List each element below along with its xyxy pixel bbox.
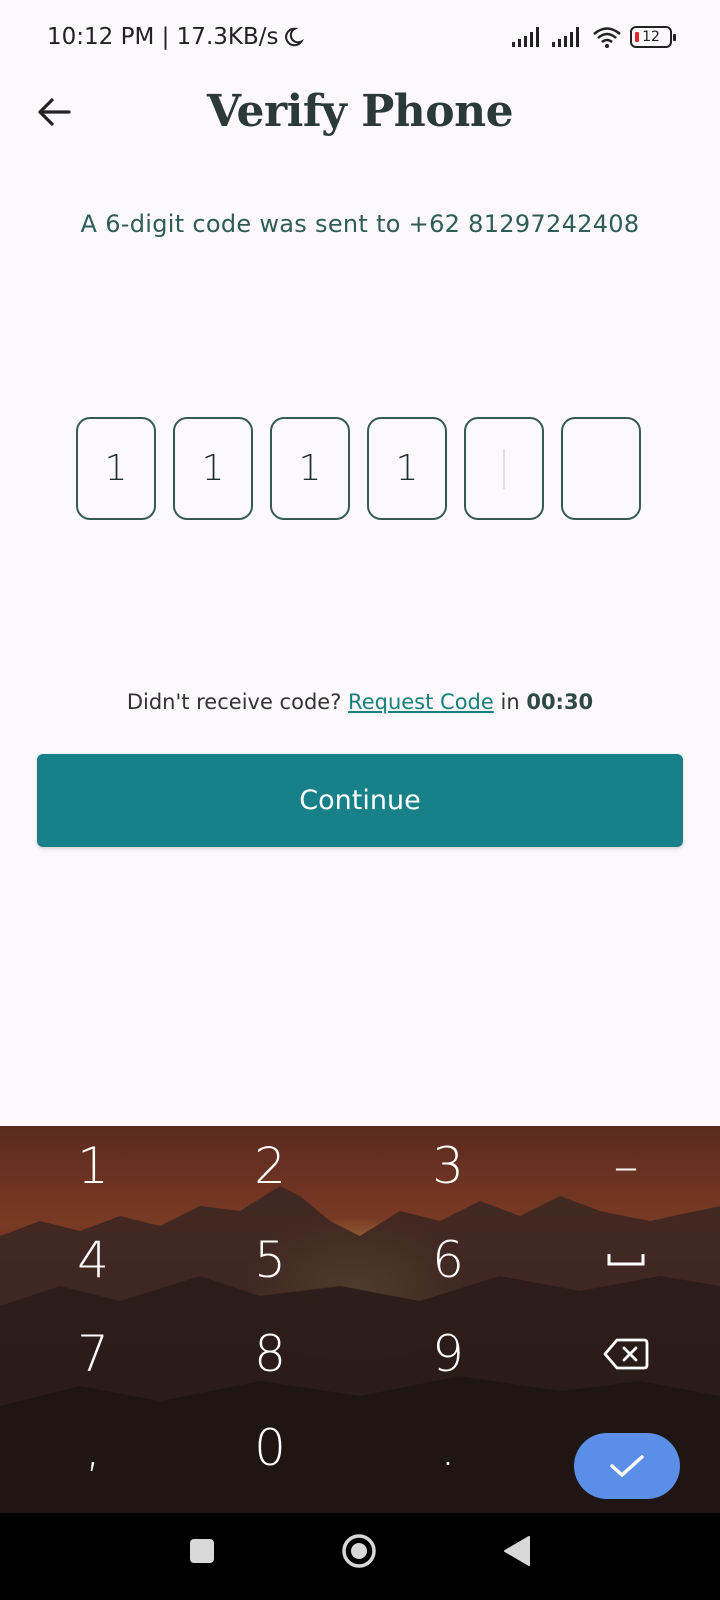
key-space[interactable] bbox=[566, 1220, 686, 1300]
key-2[interactable]: 2 bbox=[210, 1126, 330, 1206]
resend-code-row: Didn't receive code? Request Code in 00:… bbox=[0, 690, 720, 714]
key-4[interactable]: 4 bbox=[33, 1220, 153, 1300]
backspace-icon bbox=[603, 1338, 649, 1370]
signal-icon bbox=[512, 27, 539, 47]
circle-icon bbox=[342, 1534, 376, 1568]
key-comma[interactable]: , bbox=[33, 1408, 153, 1488]
status-icons: 12 bbox=[512, 26, 676, 48]
code-sent-message: A 6-digit code was sent to +62 812972424… bbox=[80, 210, 640, 238]
key-3[interactable]: 3 bbox=[388, 1126, 508, 1206]
battery-icon: 12 bbox=[630, 26, 676, 48]
otp-digit-6[interactable] bbox=[561, 417, 641, 520]
resend-prefix: Didn't receive code? bbox=[126, 690, 342, 714]
square-icon bbox=[190, 1539, 214, 1563]
space-icon bbox=[607, 1254, 645, 1266]
do-not-disturb-moon-icon bbox=[285, 27, 305, 47]
nav-recents-button[interactable] bbox=[188, 1537, 216, 1570]
continue-button[interactable]: Continue bbox=[37, 754, 683, 847]
status-time: 10:12 PM | 17.3KB/s bbox=[47, 24, 305, 50]
otp-digit-4[interactable]: 1 bbox=[367, 417, 447, 520]
otp-input-group: 1 1 1 1 bbox=[76, 417, 641, 520]
otp-digit-2[interactable]: 1 bbox=[173, 417, 253, 520]
request-code-link[interactable]: Request Code bbox=[348, 690, 494, 714]
key-6[interactable]: 6 bbox=[388, 1220, 508, 1300]
otp-digit-3[interactable]: 1 bbox=[270, 417, 350, 520]
signal-icon-2 bbox=[552, 27, 579, 47]
nav-home-button[interactable] bbox=[340, 1532, 378, 1575]
key-dash[interactable]: – bbox=[566, 1126, 686, 1206]
key-1[interactable]: 1 bbox=[33, 1126, 153, 1206]
key-7[interactable]: 7 bbox=[33, 1314, 153, 1394]
otp-digit-1[interactable]: 1 bbox=[76, 417, 156, 520]
page-title: Verify Phone bbox=[206, 86, 514, 137]
check-icon bbox=[610, 1455, 644, 1477]
status-bar: 10:12 PM | 17.3KB/s 12 bbox=[0, 0, 720, 80]
key-9[interactable]: 9 bbox=[388, 1314, 508, 1394]
enter-key[interactable] bbox=[574, 1433, 680, 1499]
key-backspace[interactable] bbox=[566, 1314, 686, 1394]
triangle-back-icon bbox=[504, 1536, 530, 1566]
resend-timer: 00:30 bbox=[526, 690, 594, 714]
battery-level: 12 bbox=[642, 29, 660, 45]
otp-digit-5[interactable] bbox=[464, 417, 544, 520]
text-cursor bbox=[503, 448, 505, 489]
numeric-keyboard: 1 2 3 – 4 5 6 7 8 9 , 0 . bbox=[0, 1126, 720, 1513]
nav-back-button[interactable] bbox=[503, 1535, 531, 1572]
system-nav-bar bbox=[0, 1513, 720, 1600]
status-time-speed: 10:12 PM | 17.3KB/s bbox=[47, 24, 279, 50]
key-period[interactable]: . bbox=[388, 1408, 508, 1488]
key-5[interactable]: 5 bbox=[210, 1220, 330, 1300]
key-0[interactable]: 0 bbox=[210, 1408, 330, 1488]
wifi-icon bbox=[593, 27, 621, 48]
key-8[interactable]: 8 bbox=[210, 1314, 330, 1394]
resend-middle: in bbox=[500, 690, 520, 714]
